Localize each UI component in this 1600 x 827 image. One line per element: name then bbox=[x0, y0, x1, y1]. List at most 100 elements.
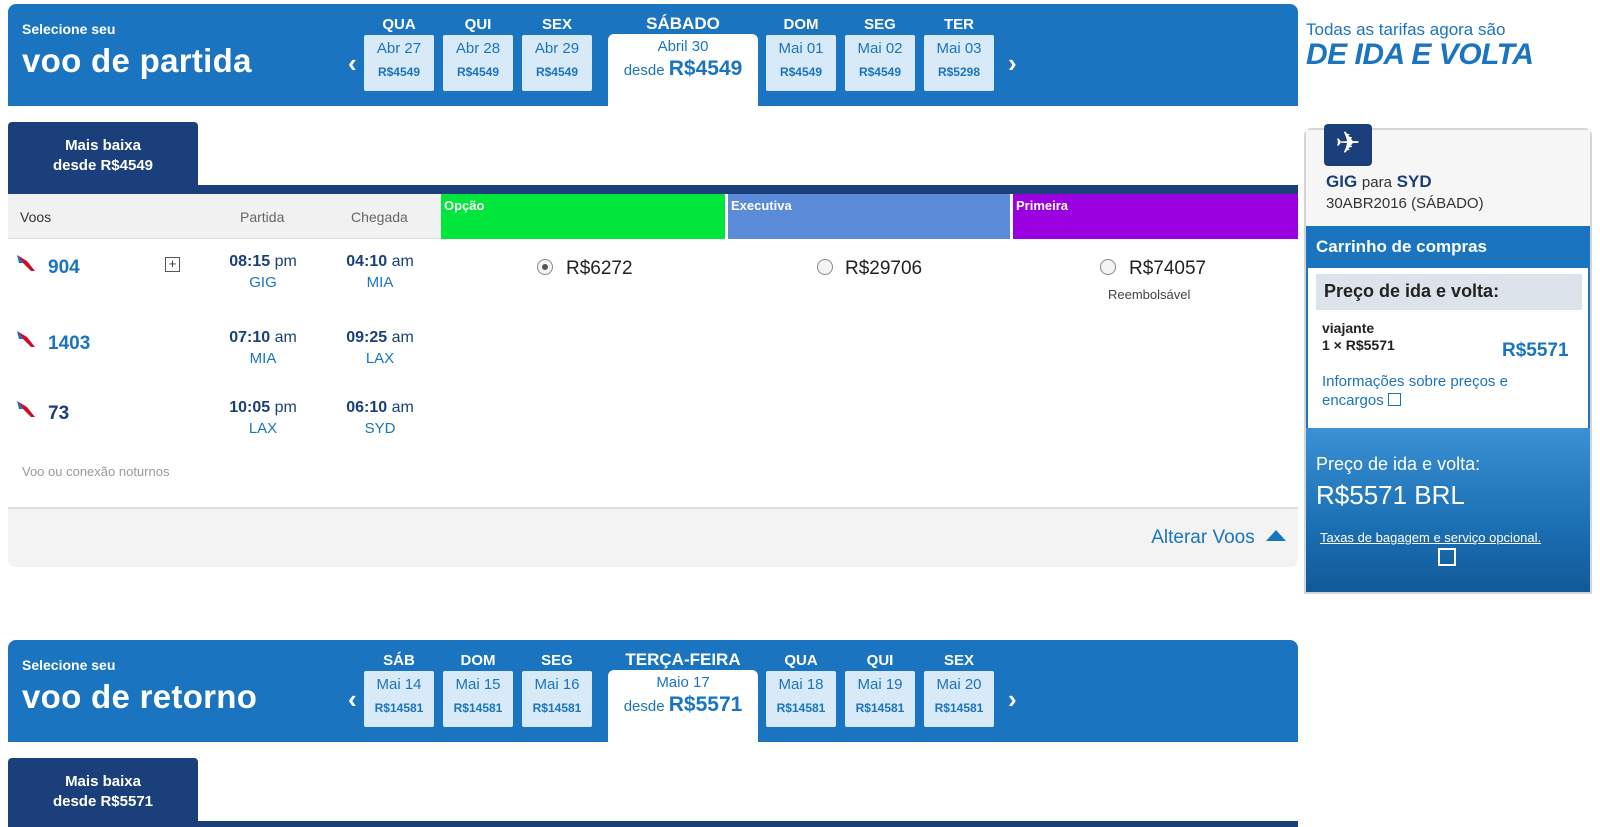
date-option[interactable]: SÁB Mai 14 R$14581 bbox=[364, 652, 434, 727]
total-value: R$5571 BRL bbox=[1316, 480, 1465, 510]
date-option[interactable]: DOM Mai 01 R$4549 bbox=[766, 16, 836, 91]
day-name: DOM bbox=[783, 16, 819, 33]
flight-number[interactable]: 904 bbox=[48, 257, 80, 279]
departure-header: Selecione seu voo de partida ‹ QUA Abr 2… bbox=[8, 4, 1298, 106]
arrival-time: 06:10 am SYD bbox=[346, 399, 414, 437]
lowest-fare-label: Mais baixa bbox=[65, 773, 141, 790]
flight-number[interactable]: 1403 bbox=[48, 333, 90, 355]
lowest-fare-label: Mais baixa bbox=[65, 137, 141, 154]
date-option[interactable]: SEG Mai 02 R$4549 bbox=[845, 16, 915, 91]
date-option[interactable]: QUA Abr 27 R$4549 bbox=[364, 16, 434, 91]
table-top-bar bbox=[8, 821, 1298, 827]
promo-headline: DE IDA E VOLTA bbox=[1306, 38, 1534, 71]
day-price: R$4549 bbox=[377, 65, 421, 79]
departure-heading: voo de partida bbox=[22, 42, 252, 79]
day-name: SÁBADO bbox=[646, 14, 720, 33]
total-price-box: Preço de ida e volta: R$5571 BRL Taxas d… bbox=[1306, 428, 1590, 592]
date-option[interactable]: SEX Mai 20 R$14581 bbox=[924, 652, 994, 727]
day-price: R$14581 bbox=[453, 701, 503, 715]
lowest-fare-tab[interactable]: Mais baixa desde R$4549 bbox=[8, 122, 198, 188]
next-date-arrow[interactable]: › bbox=[1008, 684, 1017, 715]
day-date: Mai 01 bbox=[778, 40, 824, 57]
date-option[interactable]: QUA Mai 18 R$14581 bbox=[766, 652, 836, 727]
day-name: QUI bbox=[866, 652, 894, 669]
travel-date: 30ABR2016 (SÁBADO) bbox=[1326, 195, 1484, 212]
cart-title: Carrinho de compras bbox=[1306, 226, 1590, 268]
date-option[interactable]: SEG Mai 16 R$14581 bbox=[522, 652, 592, 727]
table-top-bar bbox=[8, 185, 1298, 194]
prev-date-arrow[interactable]: ‹ bbox=[348, 48, 357, 79]
day-date: Maio 17 bbox=[656, 674, 710, 691]
date-option[interactable]: QUI Abr 28 R$4549 bbox=[443, 16, 513, 91]
selected-date-option[interactable]: SÁBADO Abril 30 desde R$4549 bbox=[608, 14, 758, 106]
day-date: Abr 28 bbox=[455, 40, 501, 57]
flights-footer: Alterar Voos bbox=[8, 507, 1298, 567]
day-name: DOM bbox=[460, 652, 496, 669]
date-option[interactable]: SEX Abr 29 R$4549 bbox=[522, 16, 592, 91]
collapse-triangle-icon bbox=[1266, 530, 1286, 541]
day-date: Mai 16 bbox=[534, 676, 580, 693]
fare-price-business: R$29706 bbox=[845, 258, 923, 279]
day-price: R$4549 bbox=[456, 65, 500, 79]
change-flights-link[interactable]: Alterar Voos bbox=[1151, 527, 1286, 549]
traveler-calc: 1 × R$5571 bbox=[1322, 337, 1395, 353]
fare-radio-business[interactable] bbox=[817, 259, 833, 275]
selected-date-option[interactable]: TERÇA-FEIRA Maio 17 desde R$5571 bbox=[608, 650, 758, 742]
day-price: R$4549 bbox=[668, 57, 743, 80]
total-label: Preço de ida e volta: bbox=[1316, 454, 1481, 474]
external-link-icon bbox=[1387, 393, 1401, 406]
airline-logo-icon bbox=[17, 331, 35, 347]
price-info-link[interactable]: Informações sobre preços e encargos bbox=[1322, 372, 1542, 410]
fare-header-business: Executiva bbox=[726, 194, 1010, 239]
day-price: R$14581 bbox=[374, 701, 424, 715]
lowest-fare-price: desde R$4549 bbox=[52, 157, 154, 174]
fare-radio-option[interactable] bbox=[537, 259, 553, 275]
baggage-fees-link[interactable]: Taxas de bagagem e serviço opcional. bbox=[1320, 530, 1541, 545]
day-date: Abr 27 bbox=[376, 40, 422, 57]
from-label: desde bbox=[623, 62, 665, 79]
traveler-label: viajante bbox=[1322, 320, 1375, 336]
day-date: Mai 03 bbox=[936, 40, 982, 57]
day-date: Abril 30 bbox=[657, 38, 709, 55]
day-name: QUA bbox=[382, 16, 416, 33]
date-option[interactable]: DOM Mai 15 R$14581 bbox=[443, 652, 513, 727]
day-date: Mai 02 bbox=[857, 40, 903, 57]
cart-body: Preço de ida e volta: viajante 1 × R$557… bbox=[1306, 268, 1590, 428]
select-label: Selecione seu bbox=[22, 21, 116, 37]
next-date-arrow[interactable]: › bbox=[1008, 48, 1017, 79]
day-name: SEG bbox=[864, 16, 896, 33]
to-label: para bbox=[1361, 174, 1392, 191]
day-name: SEX bbox=[541, 16, 572, 33]
from-label: desde bbox=[623, 698, 665, 715]
day-name: SÁB bbox=[383, 652, 415, 669]
fare-price-option: R$6272 bbox=[566, 258, 633, 279]
date-option[interactable]: QUI Mai 19 R$14581 bbox=[845, 652, 915, 727]
fare-radio-first[interactable] bbox=[1100, 259, 1116, 275]
external-link-icon[interactable] bbox=[1438, 548, 1456, 566]
departure-time: 08:15 pm GIG bbox=[229, 253, 297, 291]
lowest-fare-tab[interactable]: Mais baixa desde R$5571 bbox=[8, 758, 198, 827]
flights-column-header: Voos bbox=[20, 209, 52, 225]
day-name: TERÇA-FEIRA bbox=[625, 650, 741, 669]
refundable-note: Reembolsável bbox=[1108, 287, 1191, 302]
day-price: R$5571 bbox=[668, 693, 743, 716]
roundtrip-price-label: Preço de ida e volta: bbox=[1316, 274, 1582, 310]
fare-price-first: R$74057 bbox=[1129, 258, 1207, 279]
flight-number[interactable]: 73 bbox=[48, 403, 69, 425]
fare-header-option: Opção bbox=[441, 194, 725, 239]
day-name: TER bbox=[944, 16, 974, 33]
lowest-fare-price: desde R$5571 bbox=[52, 793, 154, 810]
day-name: QUI bbox=[464, 16, 492, 33]
date-option[interactable]: TER Mai 03 R$5298 bbox=[924, 16, 994, 91]
day-price: R$4549 bbox=[858, 65, 902, 79]
prev-date-arrow[interactable]: ‹ bbox=[348, 684, 357, 715]
day-date: Mai 18 bbox=[778, 676, 824, 693]
airplane-icon: ✈ bbox=[1324, 124, 1372, 166]
destination-code: SYD bbox=[1396, 172, 1432, 191]
traveler-total: R$5571 bbox=[1502, 340, 1569, 361]
day-date: Mai 15 bbox=[455, 676, 501, 693]
expand-details-icon[interactable]: + bbox=[165, 257, 180, 272]
day-price: R$14581 bbox=[532, 701, 582, 715]
day-price: R$14581 bbox=[776, 701, 826, 715]
arrival-time: 09:25 am LAX bbox=[346, 329, 414, 367]
